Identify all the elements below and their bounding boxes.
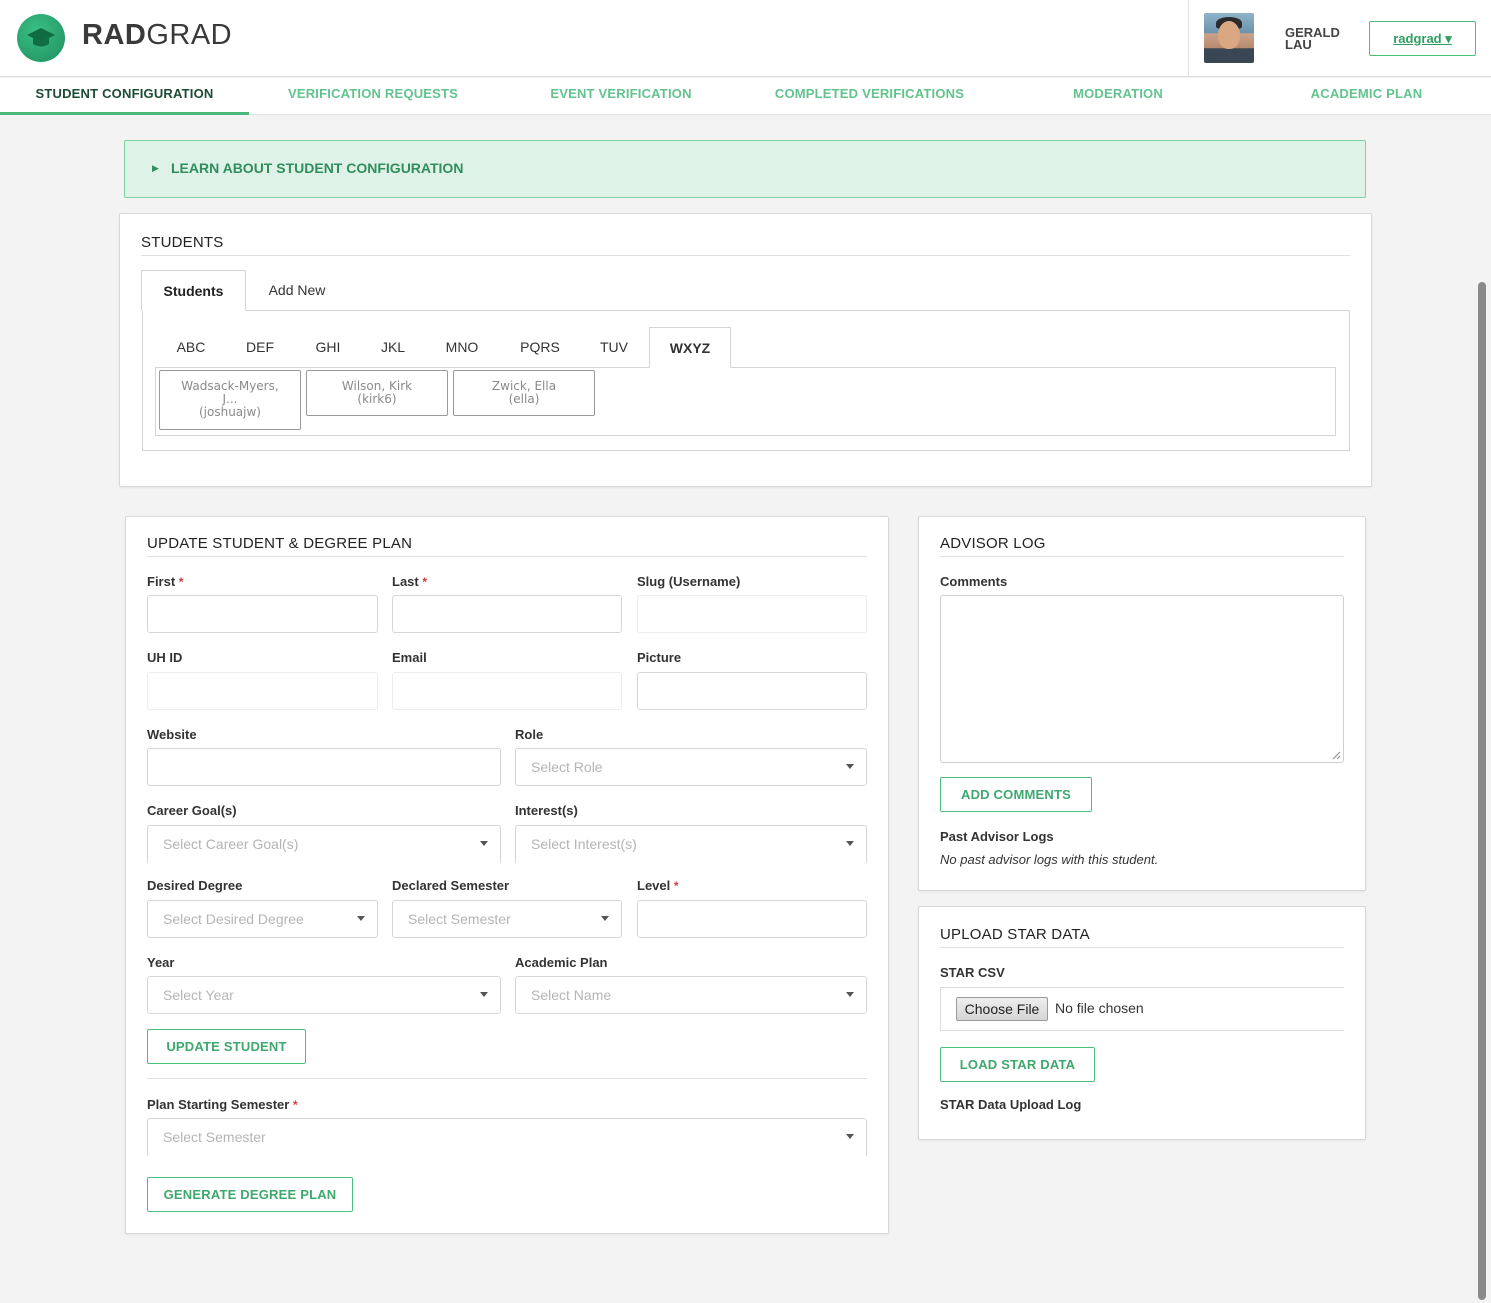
interests-label: Interest(s) (515, 803, 578, 818)
user-name: GERALD LAU (1285, 25, 1340, 52)
file-status-text: No file chosen (1055, 1000, 1144, 1016)
picture-label: Picture (637, 650, 682, 665)
uhid-label: UH ID (147, 650, 183, 665)
advisor-divider (940, 556, 1344, 557)
chevron-down-icon (846, 1134, 854, 1139)
page-scrollbar[interactable] (1478, 282, 1486, 1300)
chevron-down-icon (846, 992, 854, 997)
tab-completed-verifications[interactable]: COMPLETED VERIFICATIONS (745, 78, 994, 115)
learn-accordion[interactable]: ▶ LEARN ABOUT STUDENT CONFIGURATION (124, 140, 1366, 198)
update-panel-title: UPDATE STUDENT & DEGREE PLAN (147, 535, 413, 552)
chevron-down-icon (357, 916, 365, 921)
past-advisor-logs-empty: No past advisor logs with this student. (940, 852, 1159, 867)
students-divider (141, 255, 1350, 256)
student-card-username: (ella) (508, 392, 540, 406)
student-card[interactable]: Wilson, Kirk (kirk6) (306, 370, 448, 416)
student-card-username: (joshuajw) (198, 405, 261, 419)
resize-handle-icon[interactable] (1332, 751, 1341, 760)
star-upload-log-label: STAR Data Upload Log (940, 1097, 1082, 1112)
letter-tab-tuv[interactable]: TUV (588, 327, 640, 368)
letter-tab-abc[interactable]: ABC (164, 327, 218, 368)
students-panel-title: STUDENTS (141, 234, 224, 251)
declared-semester-label: Declared Semester (392, 878, 510, 893)
plan-starting-semester-label: Plan Starting Semester * (147, 1097, 298, 1112)
tab-academic-plan[interactable]: ACADEMIC PLAN (1242, 78, 1491, 115)
update-divider-2 (147, 1078, 867, 1079)
slug-label: Slug (Username) (637, 574, 741, 589)
student-card[interactable]: Zwick, Ella (ella) (453, 370, 595, 416)
website-input[interactable] (147, 748, 501, 786)
add-comments-button[interactable]: ADD COMMENTS (940, 777, 1092, 812)
letter-tab-wxyz[interactable]: WXYZ (649, 327, 731, 368)
main-nav: STUDENT CONFIGURATION VERIFICATION REQUE… (0, 78, 1491, 115)
caret-right-icon: ▶ (152, 163, 159, 173)
picture-input[interactable] (637, 672, 867, 710)
chevron-down-icon (601, 916, 609, 921)
academic-plan-select[interactable]: Select Name (515, 976, 867, 1014)
career-goals-label: Career Goal(s) (147, 803, 237, 818)
tab-verification-requests[interactable]: VERIFICATION REQUESTS (249, 78, 497, 115)
career-goals-select[interactable]: Select Career Goal(s) (147, 825, 501, 863)
student-card[interactable]: Wadsack-Myers, J... (joshuajw) (159, 370, 301, 430)
brand-name[interactable]: RADGRAD (82, 19, 232, 52)
year-select[interactable]: Select Year (147, 976, 501, 1014)
update-divider (147, 556, 867, 557)
generate-degree-plan-button[interactable]: GENERATE DEGREE PLAN (147, 1177, 353, 1212)
top-header: RADGRAD GERALD LAU radgrad ▾ (0, 0, 1491, 77)
choose-file-button[interactable]: Choose File (956, 997, 1048, 1021)
chevron-down-icon (846, 764, 854, 769)
first-label: First * (147, 574, 184, 589)
user-avatar[interactable] (1204, 13, 1254, 63)
letter-tab-def[interactable]: DEF (233, 327, 287, 368)
radgrad-logo-icon[interactable] (17, 14, 65, 62)
slug-input[interactable] (637, 595, 867, 633)
last-name-input[interactable] (392, 595, 622, 633)
learn-accordion-title: LEARN ABOUT STUDENT CONFIGURATION (171, 160, 464, 176)
letter-tab-mno[interactable]: MNO (433, 327, 491, 368)
last-label: Last * (392, 574, 428, 589)
tab-students[interactable]: Students (141, 270, 246, 311)
update-student-button[interactable]: UPDATE STUDENT (147, 1029, 306, 1064)
plan-starting-semester-select[interactable]: Select Semester (147, 1118, 867, 1156)
upload-star-title: UPLOAD STAR DATA (940, 926, 1090, 943)
header-divider (1188, 0, 1189, 77)
declared-semester-select[interactable]: Select Semester (392, 900, 622, 938)
tab-student-configuration[interactable]: STUDENT CONFIGURATION (0, 78, 249, 115)
letter-tab-jkl[interactable]: JKL (366, 327, 420, 368)
year-label: Year (147, 955, 175, 970)
comments-label: Comments (940, 574, 1008, 589)
student-card-username: (kirk6) (357, 392, 397, 406)
chevron-down-icon (846, 841, 854, 846)
tab-event-verification[interactable]: EVENT VERIFICATION (497, 78, 745, 115)
academic-plan-label: Academic Plan (515, 955, 608, 970)
role-label: Role (515, 727, 544, 742)
advisor-log-title: ADVISOR LOG (940, 535, 1046, 552)
letter-tab-ghi[interactable]: GHI (301, 327, 355, 368)
email-input[interactable] (392, 672, 622, 710)
uhid-input[interactable] (147, 672, 378, 710)
tab-add-new[interactable]: Add New (252, 270, 342, 311)
past-advisor-logs-label: Past Advisor Logs (940, 829, 1054, 844)
level-input[interactable] (637, 900, 867, 938)
upload-star-divider (940, 947, 1344, 948)
website-label: Website (147, 727, 197, 742)
desired-degree-select[interactable]: Select Desired Degree (147, 900, 378, 938)
user-menu-button[interactable]: radgrad ▾ (1369, 21, 1476, 56)
interests-select[interactable]: Select Interest(s) (515, 825, 867, 863)
email-label: Email (392, 650, 427, 665)
chevron-down-icon (480, 841, 488, 846)
level-label: Level * (637, 878, 679, 893)
desired-degree-label: Desired Degree (147, 878, 243, 893)
role-select[interactable]: Select Role (515, 748, 867, 786)
load-star-data-button[interactable]: LOAD STAR DATA (940, 1047, 1095, 1082)
star-csv-label: STAR CSV (940, 965, 1005, 980)
comments-textarea[interactable] (940, 595, 1344, 763)
tab-moderation[interactable]: MODERATION (994, 78, 1242, 115)
first-name-input[interactable] (147, 595, 378, 633)
letter-tab-pqrs[interactable]: PQRS (511, 327, 569, 368)
chevron-down-icon (480, 992, 488, 997)
